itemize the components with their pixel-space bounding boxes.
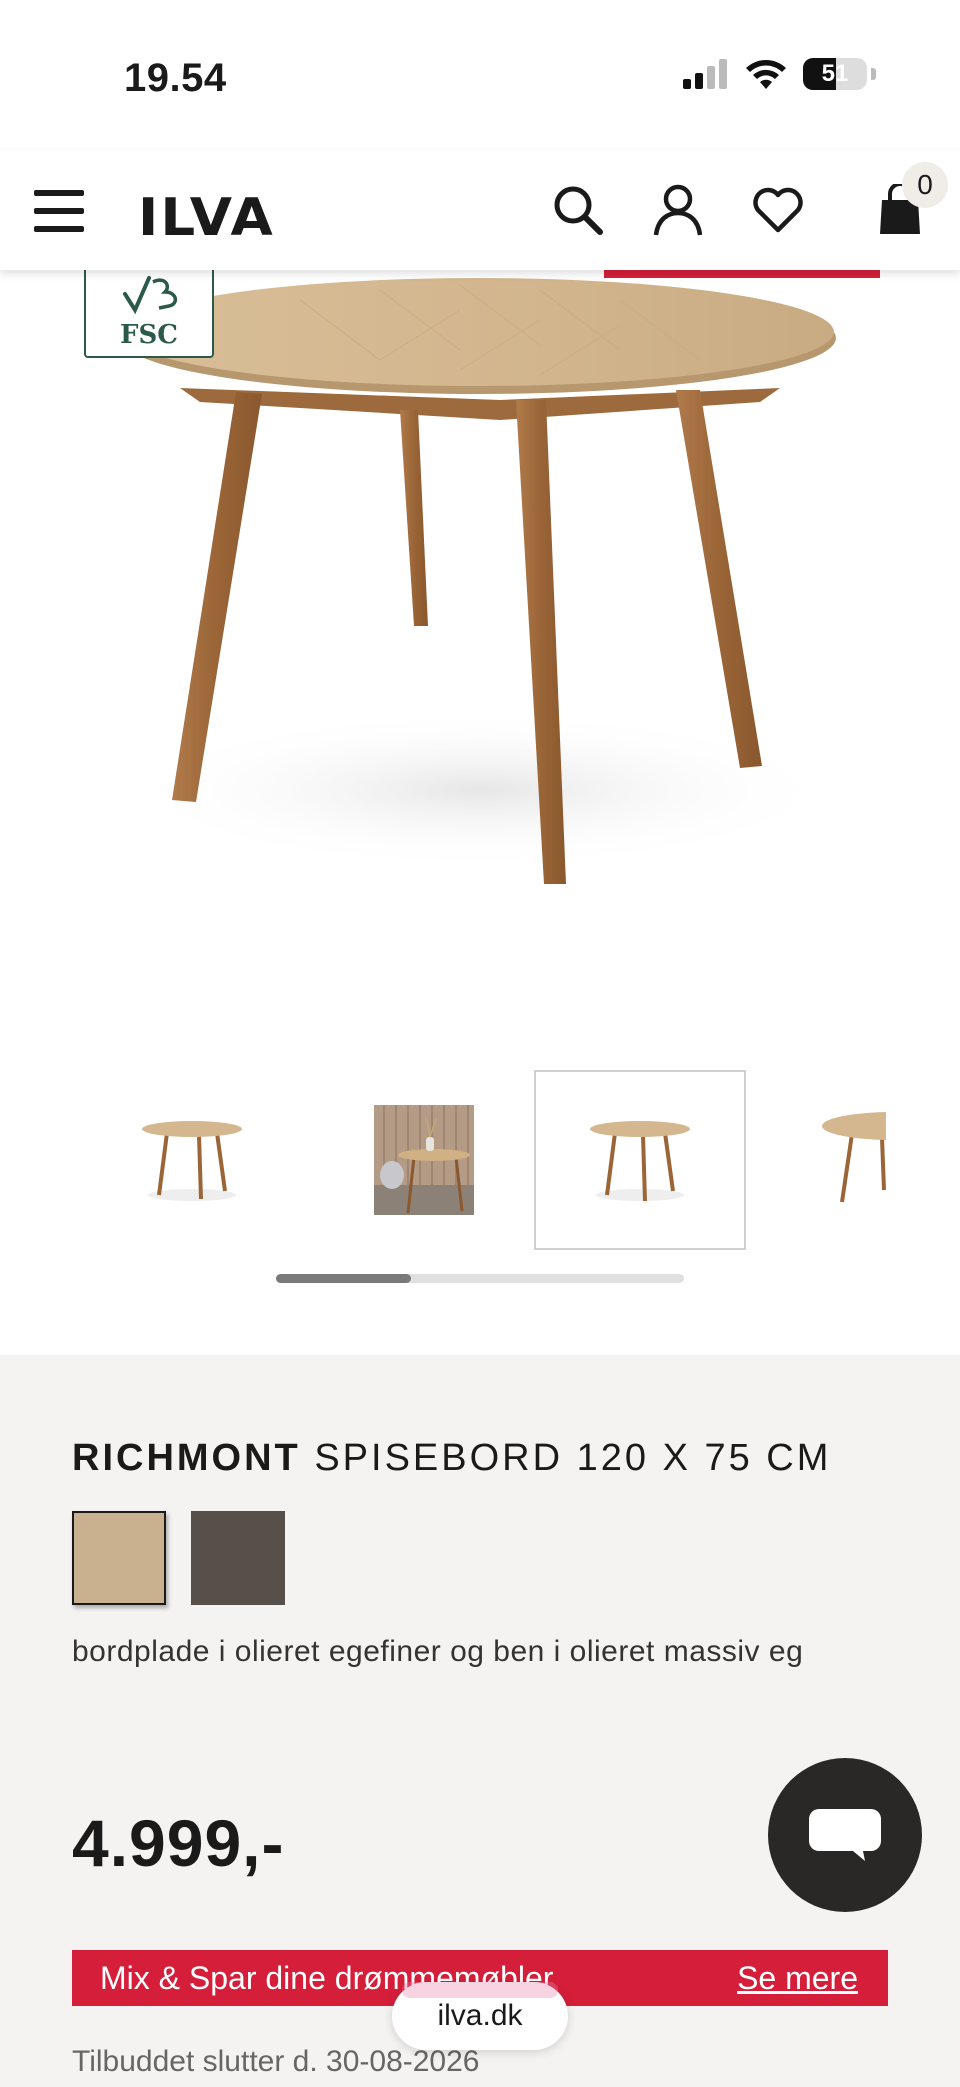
color-swatch-oak[interactable] <box>72 1511 166 1605</box>
status-icons: 51 <box>683 58 876 90</box>
product-image[interactable] <box>0 270 960 1030</box>
wifi-icon <box>746 60 786 89</box>
color-swatch-dark[interactable] <box>191 1511 285 1605</box>
battery-level: 51 <box>821 60 849 87</box>
browser-url-pill[interactable]: ilva.dk <box>392 1982 568 2050</box>
status-bar: 19.54 51 <box>0 0 960 150</box>
product-price: 4.999,- <box>72 1806 285 1880</box>
fsc-tree-icon <box>123 276 178 315</box>
thumbnail-3-selected[interactable] <box>534 1070 746 1250</box>
thumbnail-strip[interactable] <box>86 1070 886 1250</box>
promo-see-more-link[interactable]: Se mere <box>737 1960 858 1997</box>
site-header: ILVA <box>0 150 960 270</box>
thumbnail-1[interactable] <box>86 1070 298 1250</box>
product-name: SPISEBORD 120 X 75 CM <box>314 1437 832 1479</box>
thumbnail-scrollbar[interactable] <box>276 1274 684 1283</box>
heart-icon[interactable] <box>748 180 808 240</box>
chat-button[interactable] <box>768 1758 922 1912</box>
menu-icon[interactable] <box>34 190 84 232</box>
thumbnail-2[interactable] <box>318 1070 530 1250</box>
ilva-logo[interactable]: ILVA <box>138 188 275 248</box>
battery-cap <box>871 68 876 80</box>
accent-strip <box>604 270 880 278</box>
product-title: RICHMONT SPISEBORD 120 X 75 CM <box>72 1437 831 1480</box>
product-description: bordplade i olieret egefiner og ben i ol… <box>72 1635 804 1668</box>
battery-icon: 51 <box>803 58 867 90</box>
thumbnail-4[interactable] <box>766 1070 886 1250</box>
chat-bubble-icon <box>809 1809 881 1861</box>
offer-end-text: Tilbuddet slutter d. 30-08-2026 <box>72 2045 480 2078</box>
fsc-badge: FSC <box>84 262 214 358</box>
thumbnail-scrollbar-thumb[interactable] <box>276 1274 411 1283</box>
cart-count-badge: 0 <box>902 162 948 208</box>
signal-icon <box>683 59 727 89</box>
search-icon[interactable] <box>548 180 608 240</box>
product-brand: RICHMONT <box>72 1437 301 1479</box>
status-time: 19.54 <box>124 56 227 100</box>
product-info: RICHMONT SPISEBORD 120 X 75 CM bordplade… <box>0 1355 960 2087</box>
account-icon[interactable] <box>648 180 708 240</box>
fsc-label: FSC <box>120 320 178 350</box>
